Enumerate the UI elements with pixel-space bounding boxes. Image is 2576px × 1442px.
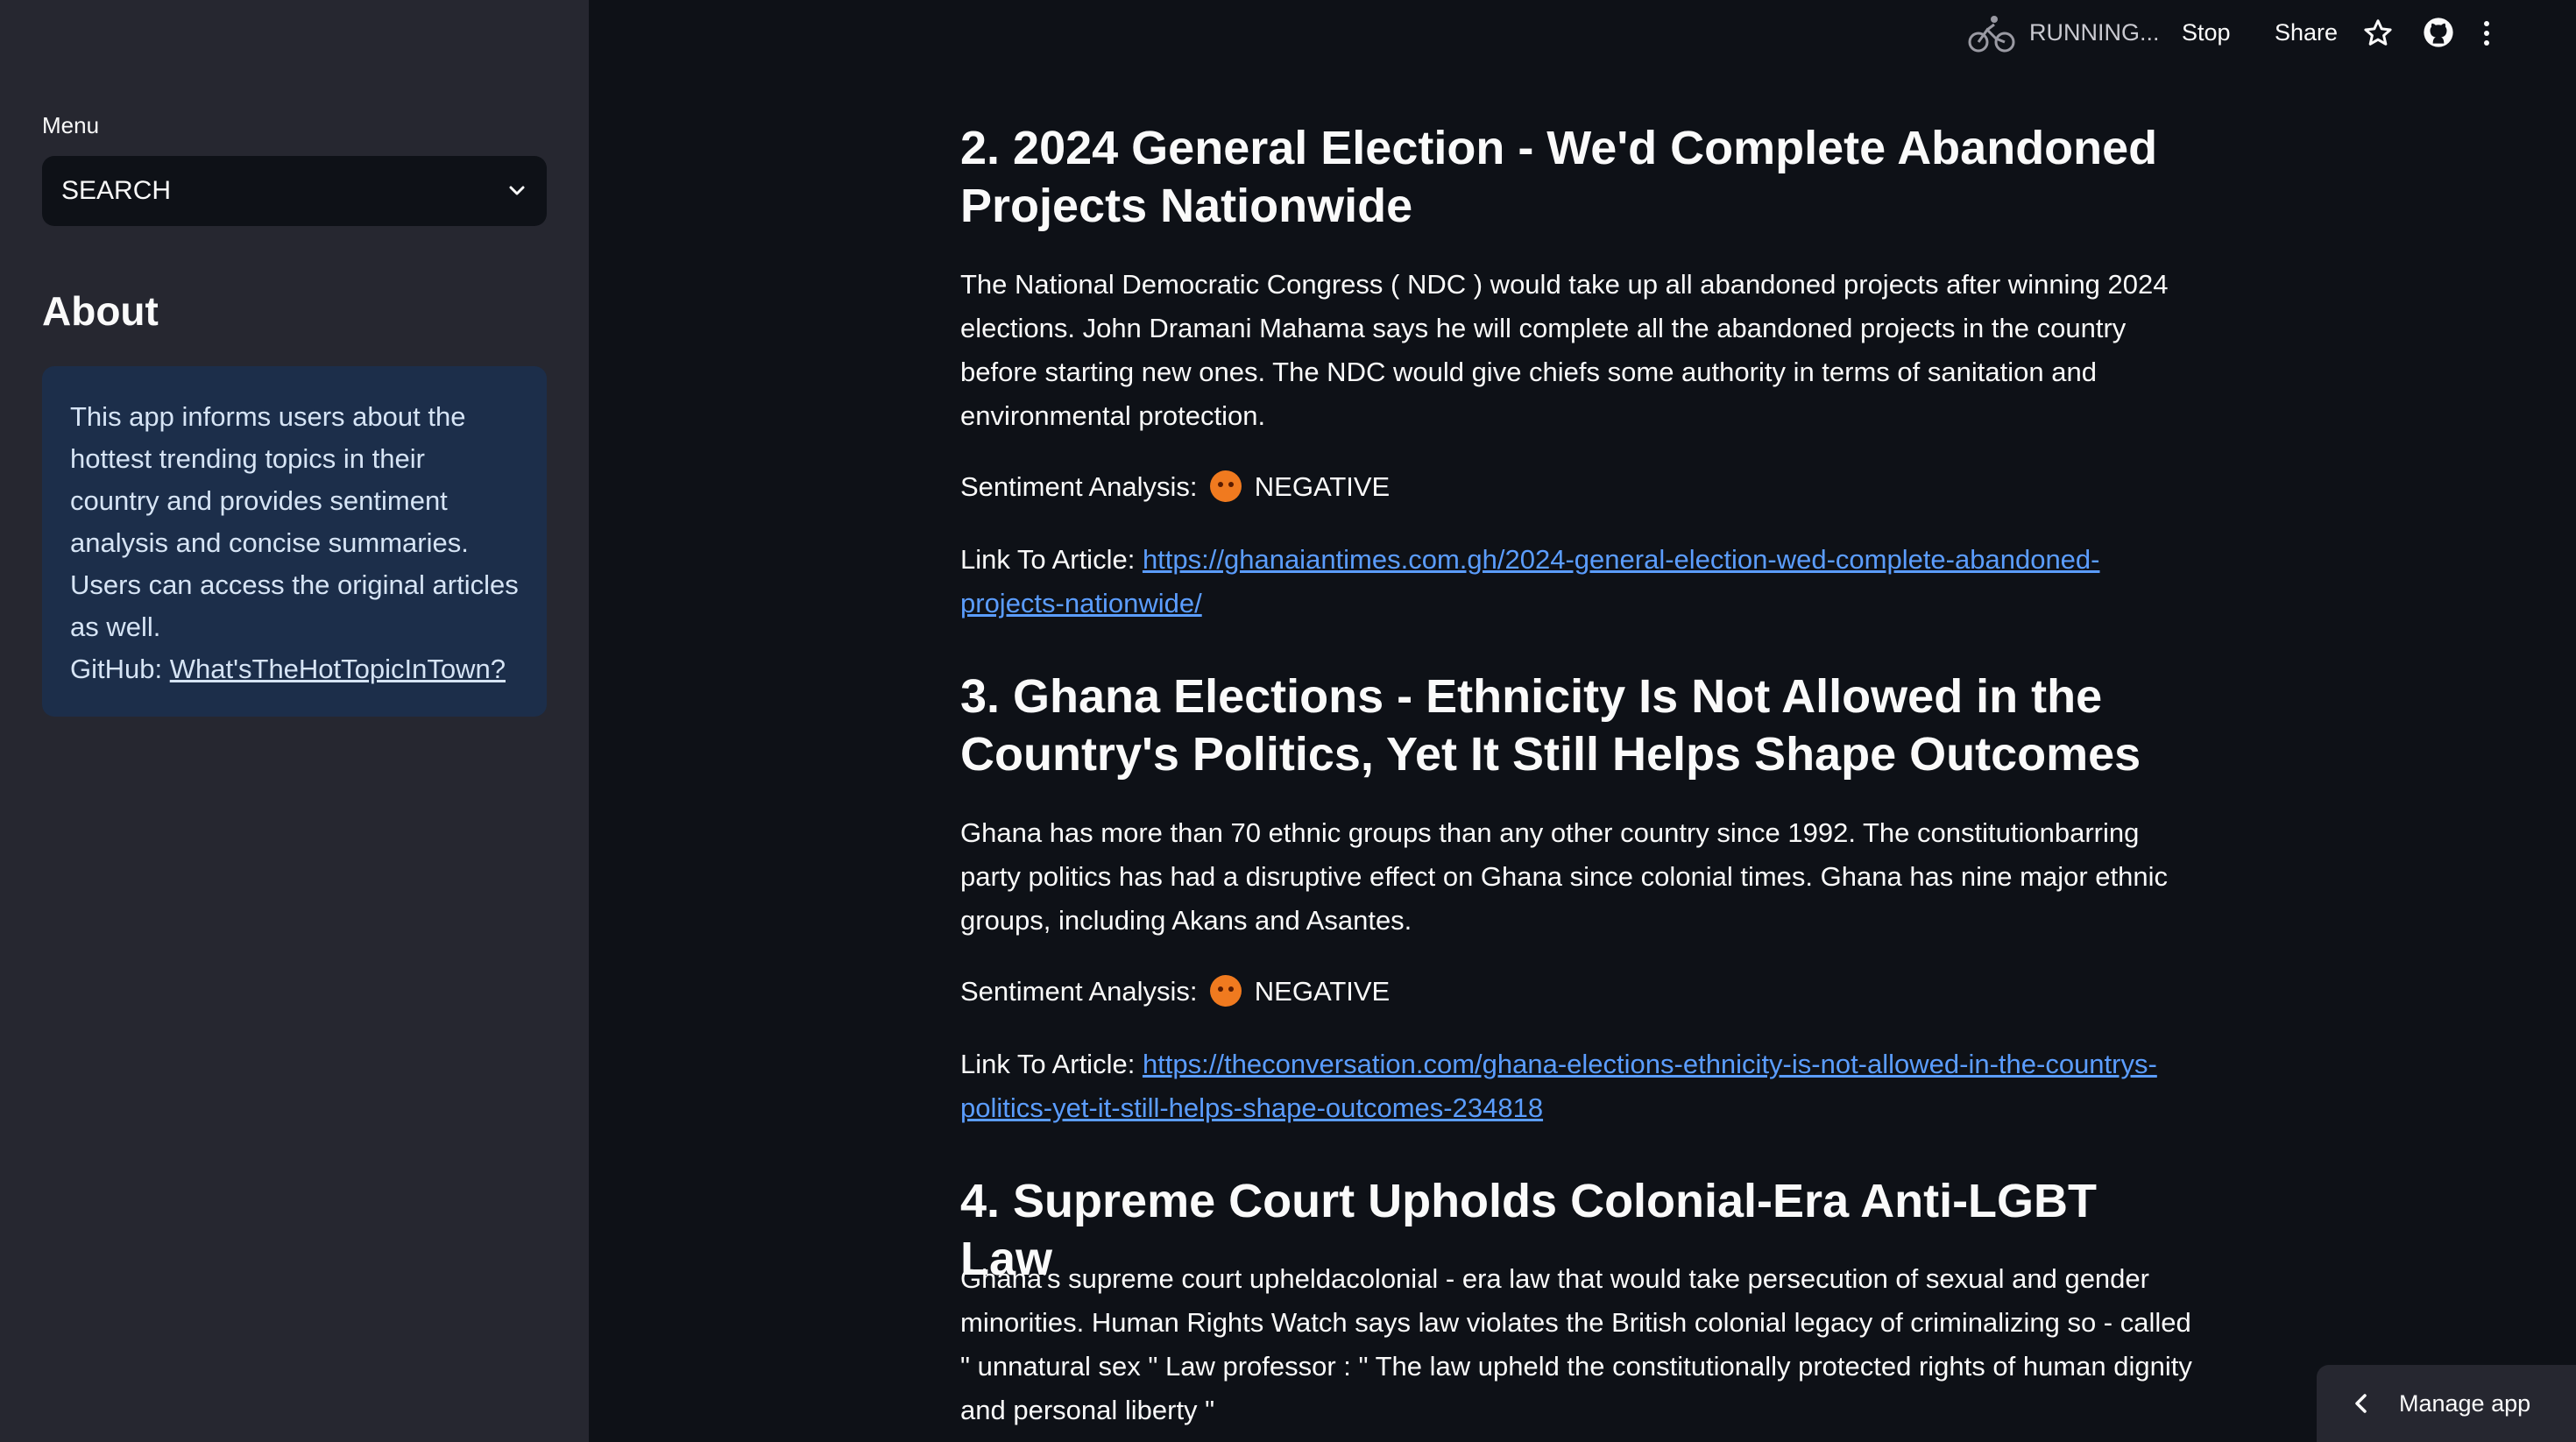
- star-icon[interactable]: [2362, 18, 2394, 49]
- article-link-row: Link To Article: https://theconversation…: [960, 1043, 2196, 1130]
- about-title: About: [42, 288, 159, 334]
- article-summary: The National Democratic Congress ( NDC )…: [960, 269, 2169, 431]
- article-link[interactable]: https://theconversation.com/ghana-electi…: [960, 1049, 2157, 1123]
- chevron-left-icon: [2355, 1394, 2367, 1413]
- sentiment-value: NEGATIVE: [1254, 976, 1391, 1007]
- share-button[interactable]: Share: [2275, 19, 2338, 46]
- menu-label: Menu: [42, 112, 100, 138]
- article-summary: Ghana's supreme court upheldacolonial - …: [960, 1263, 2192, 1425]
- manage-app-button[interactable]: Manage app: [2317, 1365, 2576, 1442]
- sentiment-value: NEGATIVE: [1254, 471, 1391, 502]
- github-link[interactable]: What'sTheHotTopicInTown?: [170, 654, 506, 684]
- main-content: 2. 2024 General Election - We'd Complete…: [960, 0, 2204, 1442]
- sidebar: Menu SEARCH About This app informs users…: [0, 0, 589, 1442]
- about-text: This app informs users about the hottest…: [70, 401, 519, 642]
- sentiment-label: Sentiment Analysis:: [960, 976, 1198, 1007]
- article-title: 3. Ghana Elections - Ethnicity Is Not Al…: [960, 670, 2141, 781]
- chevron-down-icon: [509, 186, 525, 195]
- more-options-icon[interactable]: [2481, 19, 2492, 47]
- article-title: 2. 2024 General Election - We'd Complete…: [960, 122, 2158, 232]
- menu-select[interactable]: SEARCH: [42, 156, 547, 226]
- about-info-box: This app informs users about the hottest…: [42, 366, 547, 717]
- angry-face-icon: [1210, 470, 1242, 502]
- link-label: Link To Article:: [960, 1049, 1136, 1079]
- github-label: GitHub:: [70, 654, 163, 684]
- menu-select-value: SEARCH: [61, 176, 172, 205]
- manage-app-label: Manage app: [2399, 1389, 2531, 1417]
- link-label: Link To Article:: [960, 544, 1136, 575]
- article-link-row: Link To Article: https://ghanaiantimes.c…: [960, 538, 2196, 626]
- github-icon[interactable]: [2422, 16, 2455, 49]
- sentiment-label: Sentiment Analysis:: [960, 471, 1198, 502]
- angry-face-icon: [1210, 975, 1242, 1007]
- sentiment-row: Sentiment Analysis: NEGATIVE: [960, 970, 2196, 1014]
- sentiment-row: Sentiment Analysis: NEGATIVE: [960, 465, 2196, 509]
- article-summary: Ghana has more than 70 ethnic groups tha…: [960, 817, 2168, 936]
